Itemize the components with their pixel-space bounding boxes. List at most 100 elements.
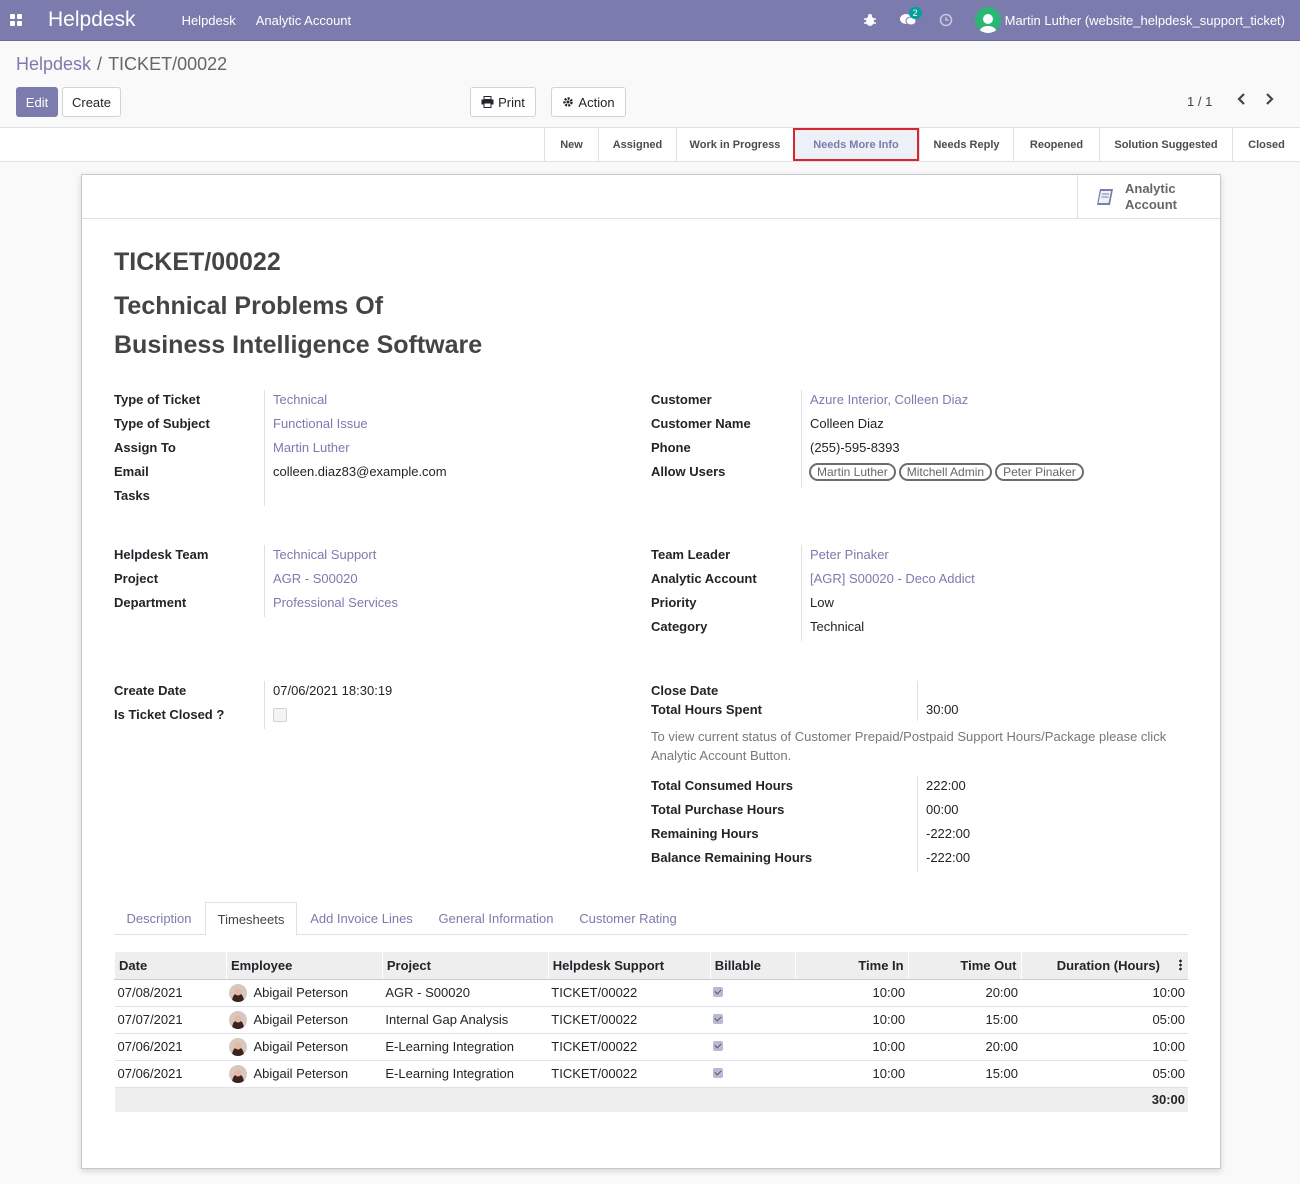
total-hours-label: Total Hours Spent xyxy=(651,702,762,717)
stage-needs-reply[interactable]: Needs Reply xyxy=(919,128,1013,161)
stage-needs-more-info[interactable]: Needs More Info xyxy=(793,128,919,161)
allow-users-label: Allow Users xyxy=(651,464,726,479)
chat-icon[interactable]: 2 xyxy=(899,7,922,27)
stage-closed[interactable]: Closed xyxy=(1232,128,1300,161)
user-tag[interactable]: Martin Luther xyxy=(809,463,896,481)
column-header-date[interactable]: Date xyxy=(114,952,227,980)
action-button[interactable]: Action xyxy=(551,87,626,117)
cell-date: 07/06/2021 xyxy=(114,1032,227,1060)
menu-helpdesk[interactable]: Helpdesk xyxy=(182,13,236,28)
analytic-account-value[interactable]: [AGR] S00020 - Deco Addict xyxy=(810,571,975,586)
notebook-tabs: Description Timesheets Add Invoice Lines… xyxy=(114,902,1188,936)
total-consumed-hours-label: Total Consumed Hours xyxy=(651,778,794,793)
tab-description[interactable]: Description xyxy=(114,902,204,935)
breadcrumb-helpdesk[interactable]: Helpdesk xyxy=(16,54,91,74)
customer-name-value[interactable]: Colleen Diaz xyxy=(810,416,884,431)
department-value[interactable]: Professional Services xyxy=(273,595,398,610)
print-icon xyxy=(481,96,494,108)
pager-value[interactable]: 1 / 1 xyxy=(1187,94,1212,109)
print-label: Print xyxy=(498,94,525,110)
table-row[interactable]: 07/08/2021 Abigail Peterson AGR - S00020… xyxy=(114,978,1188,1006)
billable-checkbox[interactable] xyxy=(713,1068,724,1078)
column-header-employee[interactable]: Employee xyxy=(225,952,383,980)
app-brand[interactable]: Helpdesk xyxy=(48,8,136,32)
remaining-hours-label: Remaining Hours xyxy=(651,826,759,841)
stage-reopened[interactable]: Reopened xyxy=(1013,128,1099,161)
table-row[interactable]: 07/07/2021 Abigail Peterson Internal Gap… xyxy=(114,1005,1188,1033)
smart-button-line1: Analytic xyxy=(1125,180,1176,196)
pager-next-icon[interactable] xyxy=(1264,92,1274,111)
tab-add-invoice-lines[interactable]: Add Invoice Lines xyxy=(299,902,424,935)
billable-checkbox[interactable] xyxy=(713,987,724,997)
create-button[interactable]: Create xyxy=(62,87,121,117)
bug-icon[interactable] xyxy=(863,13,877,27)
priority-value[interactable]: Low xyxy=(810,595,834,610)
email-value[interactable]: colleen.diaz83@example.com xyxy=(273,464,447,479)
tab-customer-rating[interactable]: Customer Rating xyxy=(569,902,687,935)
user-menu[interactable]: Martin Luther (website_helpdesk_support_… xyxy=(1005,13,1285,28)
user-avatar[interactable] xyxy=(974,7,1001,33)
is-ticket-closed-checkbox[interactable] xyxy=(273,708,287,722)
breadcrumb-current: TICKET/00022 xyxy=(108,54,228,74)
stage-new[interactable]: New xyxy=(544,128,598,161)
tab-timesheets[interactable]: Timesheets xyxy=(205,902,297,936)
assign-to-value[interactable]: Martin Luther xyxy=(273,440,350,455)
total-purchase-hours-label: Total Purchase Hours xyxy=(651,802,785,817)
analytic-note: To view current status of Customer Prepa… xyxy=(651,729,1167,763)
apps-menu-icon[interactable] xyxy=(0,0,32,41)
cell-duration: 10:00 xyxy=(1021,978,1188,1006)
tab-general-information[interactable]: General Information xyxy=(426,902,566,935)
column-header-time-out[interactable]: Time Out xyxy=(907,952,1022,980)
column-header-duration[interactable]: Duration (Hours) xyxy=(1020,952,1188,980)
type-of-subject-value[interactable]: Functional Issue xyxy=(273,416,368,431)
type-of-ticket-value[interactable]: Technical xyxy=(273,392,327,407)
cell-duration: 05:00 xyxy=(1021,1059,1188,1087)
cell-employee: Abigail Peterson xyxy=(253,985,349,1000)
category-value[interactable]: Technical xyxy=(810,619,864,634)
stage-assigned[interactable]: Assigned xyxy=(598,128,676,161)
total-duration: 30:00 xyxy=(1021,1086,1188,1112)
department-label: Department xyxy=(114,595,187,610)
column-header-duration-label: Duration (Hours) xyxy=(1056,957,1160,973)
action-label: Action xyxy=(578,94,615,110)
smart-button-line2: Account xyxy=(1125,196,1177,212)
customer-value[interactable]: Azure Interior, Colleen Diaz xyxy=(810,392,968,407)
total-consumed-hours-value: 222:00 xyxy=(926,778,966,793)
phone-value[interactable]: (255)-595-8393 xyxy=(810,440,900,455)
cell-employee: Abigail Peterson xyxy=(253,1039,349,1054)
assign-to-label: Assign To xyxy=(114,440,176,455)
cell-employee: Abigail Peterson xyxy=(253,1012,349,1027)
stage-work-in-progress[interactable]: Work in Progress xyxy=(676,128,793,161)
ticket-title-line1: Technical Problems Of xyxy=(114,292,384,320)
clock-icon[interactable] xyxy=(939,13,953,27)
employee-avatar xyxy=(229,1064,248,1083)
project-value[interactable]: AGR - S00020 xyxy=(273,571,358,586)
column-header-billable[interactable]: Billable xyxy=(709,952,796,980)
user-tag[interactable]: Mitchell Admin xyxy=(898,463,993,481)
cell-date: 07/08/2021 xyxy=(114,978,227,1006)
helpdesk-team-value[interactable]: Technical Support xyxy=(273,547,376,562)
billable-checkbox[interactable] xyxy=(713,1014,724,1024)
optional-columns-icon[interactable] xyxy=(1179,959,1182,971)
column-header-project[interactable]: Project xyxy=(381,952,549,980)
billable-checkbox[interactable] xyxy=(713,1041,724,1051)
menu-analytic-account[interactable]: Analytic Account xyxy=(256,13,351,28)
column-header-helpdesk-support[interactable]: Helpdesk Support xyxy=(547,952,711,980)
column-header-time-in[interactable]: Time In xyxy=(794,952,909,980)
cell-helpdesk-support: TICKET/00022 xyxy=(548,1032,711,1060)
table-row[interactable]: 07/06/2021 Abigail Peterson E-Learning I… xyxy=(114,1059,1188,1087)
stage-solution-suggested[interactable]: Solution Suggested xyxy=(1099,128,1232,161)
edit-button[interactable]: Edit xyxy=(16,87,58,117)
user-tag[interactable]: Peter Pinaker xyxy=(995,463,1084,481)
pager-previous-icon[interactable] xyxy=(1237,92,1247,111)
top-navbar: Helpdesk Helpdesk Analytic Account 2 Mar… xyxy=(0,0,1300,41)
phone-label: Phone xyxy=(651,440,691,455)
print-button[interactable]: Print xyxy=(470,87,536,117)
category-label: Category xyxy=(651,619,708,634)
breadcrumb-separator: / xyxy=(97,54,103,74)
team-leader-value[interactable]: Peter Pinaker xyxy=(810,547,889,562)
cell-project: AGR - S00020 xyxy=(382,978,549,1006)
table-row[interactable]: 07/06/2021 Abigail Peterson E-Learning I… xyxy=(114,1032,1188,1060)
analytic-account-smart-button[interactable]: Analytic Account xyxy=(1077,175,1220,218)
cell-helpdesk-support: TICKET/00022 xyxy=(548,1005,711,1033)
